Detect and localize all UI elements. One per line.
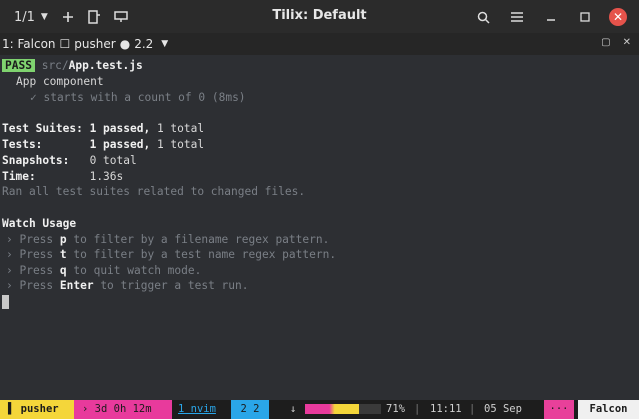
status-host: Falcon — [578, 400, 639, 419]
ran-all-line: Ran all test suites related to changed f… — [2, 185, 306, 198]
component-line: App component — [16, 75, 104, 88]
cpu-meter — [305, 400, 381, 419]
terminal-title[interactable]: 1: Falcon ☐ pusher ● 2.2 ▼ — [2, 37, 168, 51]
test-result-line: ✓ starts with a count of 0 (8ms) — [30, 91, 246, 104]
arrow-right-icon: › — [82, 403, 89, 415]
terminal-output[interactable]: PASS src/App.test.js App component ✓ sta… — [0, 55, 639, 400]
snapshots-value: 0 total — [89, 154, 137, 167]
status-date: 05 Sep — [484, 403, 522, 415]
title-bar-right: ✕ — [473, 7, 627, 27]
cpu-meter-fill — [305, 404, 359, 414]
snapshots-line: Snapshots: 0 total — [2, 153, 137, 169]
status-uptime: › 3d 0h 12m — [74, 400, 172, 419]
split-horizontal-button[interactable] — [114, 7, 128, 27]
split-vertical-button[interactable] — [88, 7, 100, 27]
watch-hint-line: › Press q to quit watch mode. — [6, 264, 202, 277]
session-switcher[interactable]: 1/1 ▼ — [14, 7, 48, 27]
menu-button[interactable] — [507, 7, 527, 27]
checkbox-icon[interactable]: ☐ — [60, 37, 71, 51]
tests-line: Tests: 1 passed, 1 total — [2, 137, 204, 153]
terminal-id: 2.2 — [134, 37, 154, 51]
file-name: App.test.js — [68, 59, 143, 72]
close-terminal-icon[interactable]: ✕ — [623, 37, 631, 48]
close-icon: ✕ — [612, 10, 624, 24]
maximize-terminal-icon[interactable]: ▢ — [601, 37, 610, 48]
suites-line: Test Suites: 1 passed, 1 total — [2, 121, 204, 137]
dots-icon: ··· — [544, 400, 574, 419]
tests-total: 1 total — [156, 138, 205, 151]
pass-badge: PASS — [2, 59, 35, 72]
terminal-label: 1: Falcon — [2, 37, 56, 51]
separator: | — [414, 403, 421, 415]
search-icon — [477, 11, 490, 24]
status-time: 11:11 — [430, 403, 462, 415]
status-bar: ▌ pusher › 3d 0h 12m 1 nvim 2 2 ↓ 71% | … — [0, 400, 639, 419]
session-count: 1/1 — [14, 9, 35, 25]
split-vertical-icon — [88, 10, 100, 24]
watch-hint-line: › Press t to filter by a test name regex… — [6, 248, 337, 261]
suites-label: Test Suites: — [2, 122, 83, 135]
watch-hint-line: › Press Enter to trigger a test run. — [6, 279, 249, 292]
status-session[interactable]: ▌ pusher — [0, 400, 74, 419]
time-value: 1.36s — [89, 170, 124, 183]
terminal-controls: ▢ ✕ — [601, 37, 631, 48]
title-bar-left: 1/1 ▼ — [14, 7, 128, 27]
status-window[interactable]: 1 nvim — [178, 400, 216, 419]
hamburger-icon — [511, 12, 523, 22]
suites-value: 1 passed, — [89, 122, 151, 135]
cpu-meter-track — [305, 404, 381, 414]
terminal-cursor — [2, 294, 9, 310]
file-dir: src/ — [41, 59, 69, 72]
watch-usage-heading: Watch Usage — [2, 217, 77, 230]
bell-dot-icon: ● — [119, 37, 131, 51]
maximize-button[interactable] — [575, 7, 595, 27]
minimize-icon — [547, 19, 555, 21]
suites-total: 1 total — [156, 122, 205, 135]
time-line: Time: 1.36s — [2, 169, 123, 185]
minimize-button[interactable] — [541, 7, 561, 27]
terminal-name: pusher — [74, 37, 116, 51]
status-pane[interactable]: 2 2 — [231, 400, 269, 419]
close-button[interactable]: ✕ — [609, 8, 627, 26]
watch-hint-line: › Press p to filter by a filename regex … — [6, 233, 330, 246]
search-button[interactable] — [473, 7, 493, 27]
test-file-line: PASS src/App.test.js — [2, 58, 143, 74]
chevron-down-icon: ▼ — [40, 12, 48, 22]
snapshots-label: Snapshots: — [2, 154, 70, 167]
add-terminal-button[interactable] — [62, 7, 74, 27]
tests-value: 1 passed, — [89, 138, 151, 151]
cursor-block — [2, 295, 9, 309]
battery-label: 71% — [386, 403, 405, 415]
chevron-down-icon[interactable]: ▼ — [161, 39, 168, 49]
tests-label: Tests: — [2, 138, 43, 151]
plus-icon — [62, 12, 73, 22]
separator: | — [469, 403, 476, 415]
maximize-icon — [580, 12, 590, 22]
split-horizontal-icon — [114, 11, 128, 22]
title-bar: 1/1 ▼ Tilix: Default ✕ — [0, 0, 639, 33]
time-label: Time: — [2, 170, 36, 183]
arrow-down-icon: ↓ — [290, 403, 297, 415]
terminal-title-bar: 1: Falcon ☐ pusher ● 2.2 ▼ ▢ ✕ — [0, 33, 639, 55]
pane-marker-icon: ▌ — [8, 403, 15, 415]
